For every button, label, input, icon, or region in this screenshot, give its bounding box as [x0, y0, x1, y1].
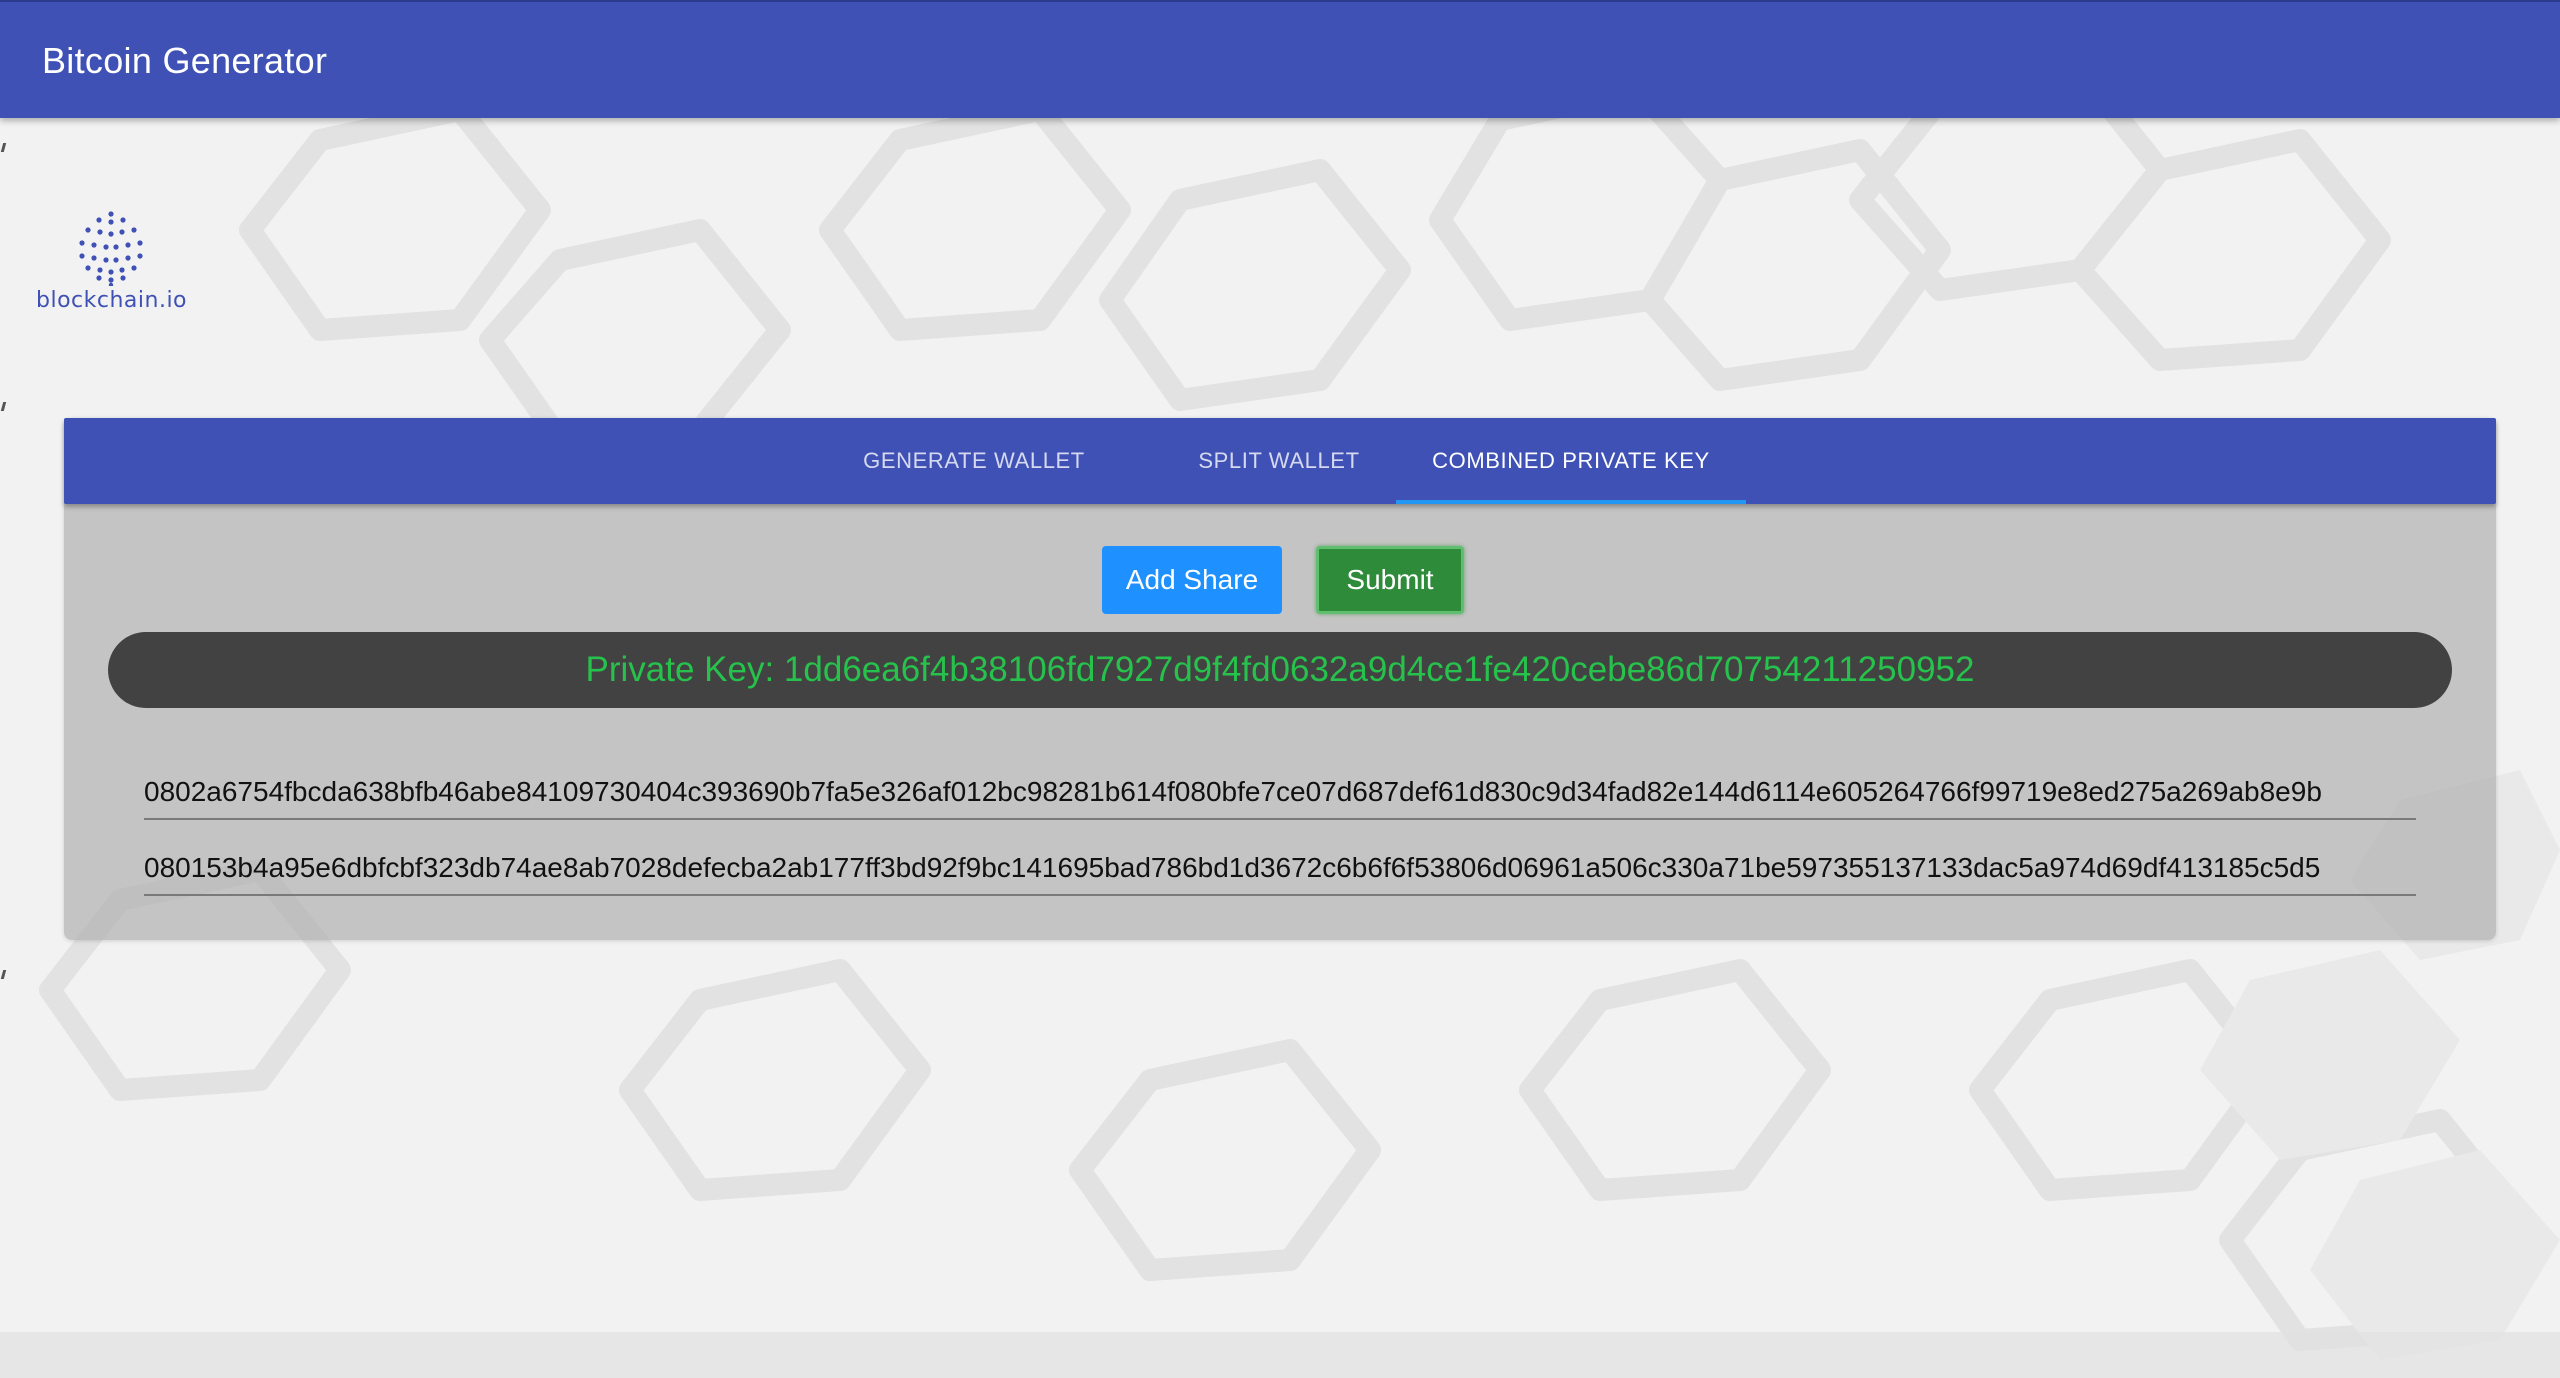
blockchain-logo: blockchain.io	[36, 210, 188, 330]
submit-button[interactable]: Submit	[1316, 546, 1464, 614]
tab-split-wallet[interactable]: SPLIT WALLET	[1134, 418, 1424, 504]
logo-text: blockchain.io	[36, 288, 188, 313]
app-bar: Bitcoin Generator	[0, 0, 2560, 118]
tab-generate-wallet[interactable]: GENERATE WALLET	[834, 418, 1114, 504]
dot-sphere-icon	[79, 211, 143, 286]
add-share-button[interactable]: Add Share	[1102, 546, 1282, 614]
footer-strip	[0, 1332, 2560, 1378]
app-title: Bitcoin Generator	[42, 40, 328, 81]
tab-combined-private-key[interactable]: COMBINED PRIVATE KEY	[1396, 418, 1746, 504]
private-key-result: Private Key: 1dd6ea6f4b38106fd7927d9f4fd…	[108, 632, 2452, 708]
active-tab-indicator	[1396, 500, 1746, 504]
share-input-2[interactable]	[144, 842, 2416, 896]
tab-bar: GENERATE WALLET SPLIT WALLET COMBINED PR…	[64, 418, 2496, 504]
wallet-card: GENERATE WALLET SPLIT WALLET COMBINED PR…	[64, 418, 2496, 940]
share-input-1[interactable]	[144, 766, 2416, 820]
